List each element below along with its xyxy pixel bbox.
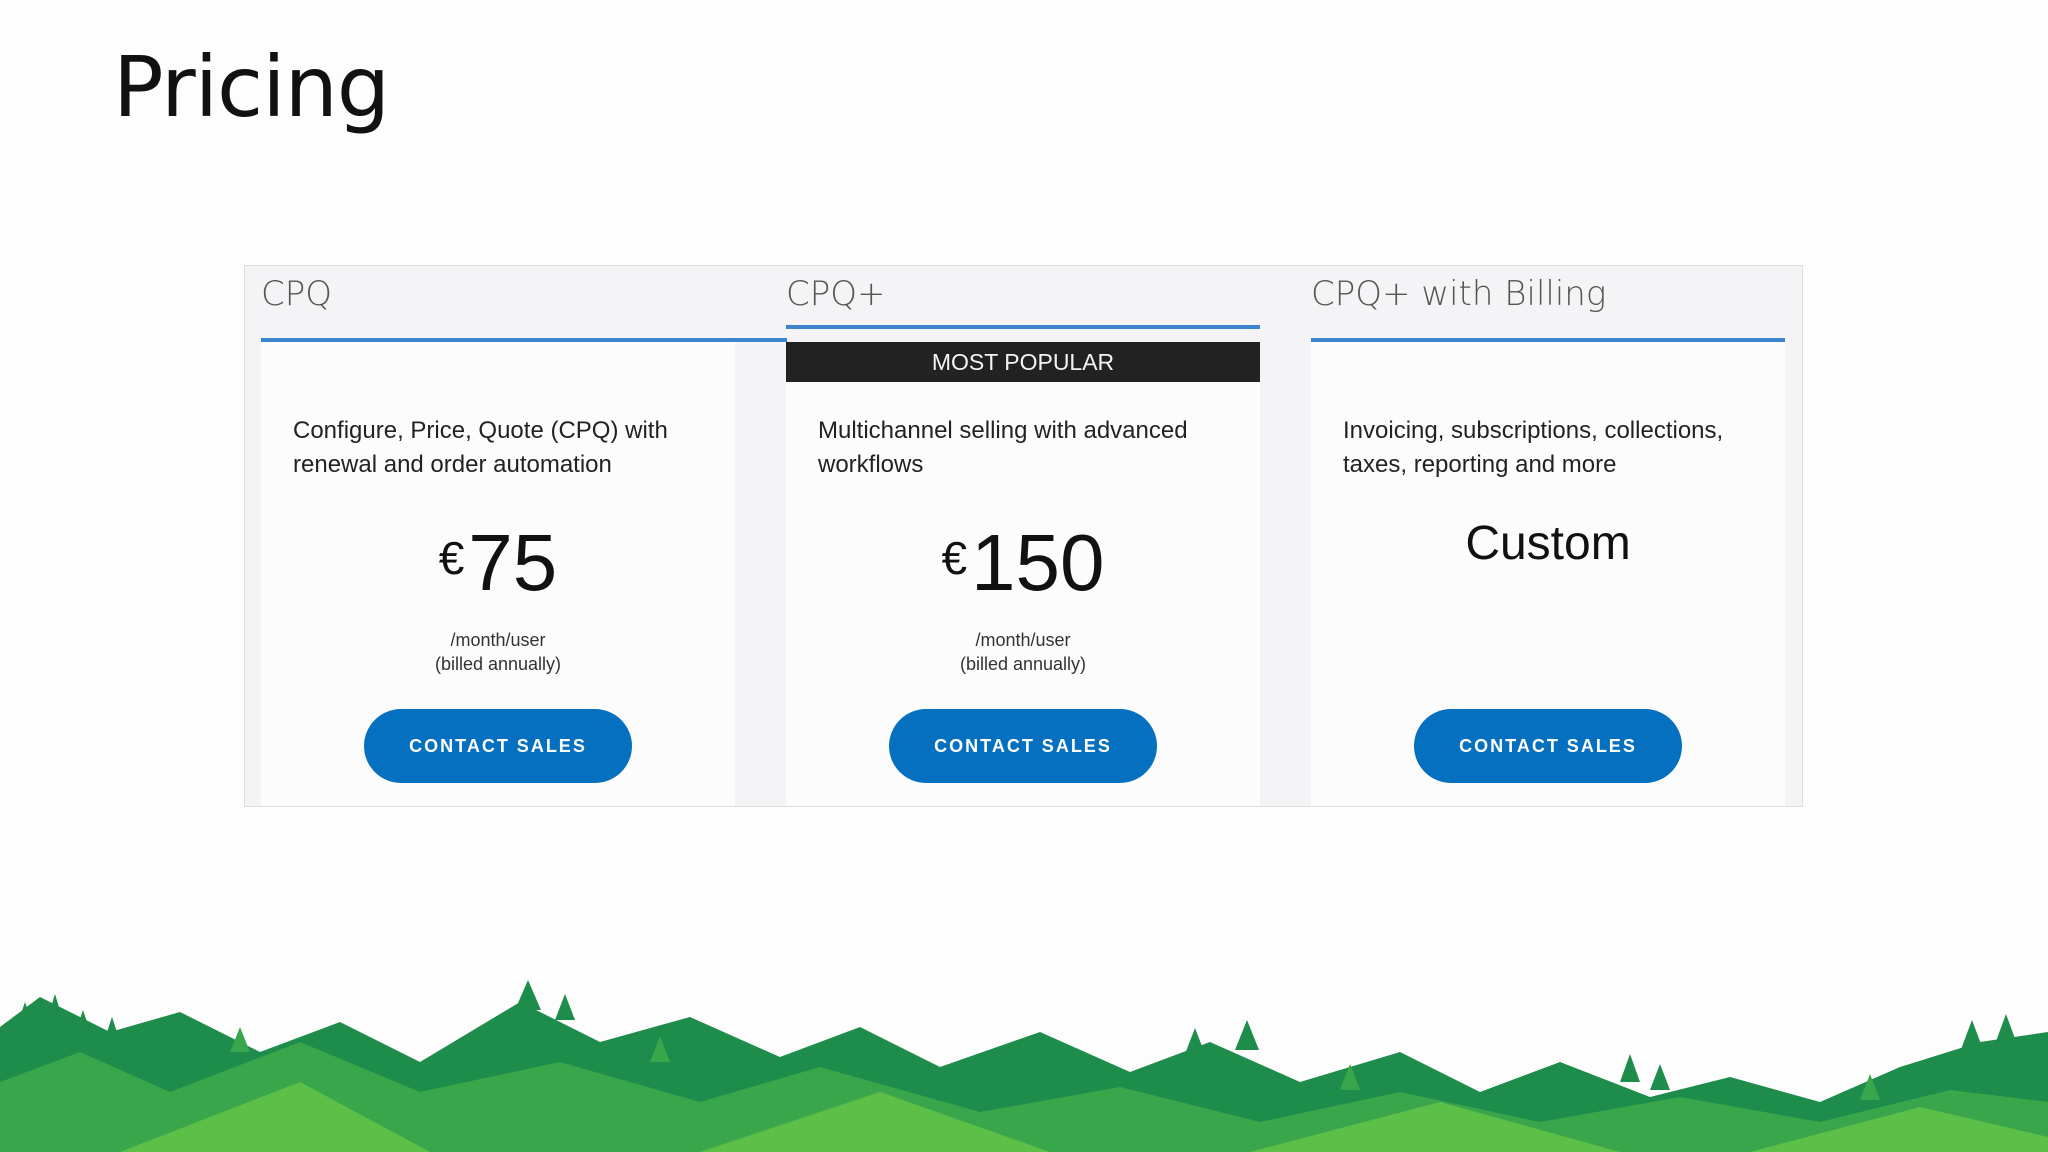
- pricing-tier-cpq-plus: CPQ+ MOST POPULAR Multichannel selling w…: [786, 266, 1260, 806]
- contact-sales-button[interactable]: CONTACT SALES: [364, 709, 632, 783]
- tier-description: Configure, Price, Quote (CPQ) with renew…: [293, 417, 668, 478]
- tier-price: Custom: [1465, 517, 1631, 570]
- slide-title: Pricing: [113, 38, 390, 136]
- price-period: /month/user: [975, 630, 1071, 650]
- price-period: /month/user: [450, 630, 546, 650]
- pricing-tier-cpq-plus-billing: CPQ+ with Billing Invoicing, subscriptio…: [1311, 266, 1785, 806]
- tier-name: CPQ+ with Billing: [1311, 274, 1607, 314]
- tier-name: CPQ+: [786, 274, 886, 314]
- contact-sales-button[interactable]: CONTACT SALES: [889, 709, 1157, 783]
- price-currency: €: [438, 532, 465, 584]
- tier-name: CPQ: [261, 274, 333, 314]
- forest-hills-illustration: [0, 980, 2048, 1152]
- price-billing-note: (billed annually): [434, 654, 562, 674]
- tier-description: Invoicing, subscriptions, collections, t…: [1343, 417, 1724, 478]
- price-billing-note: (billed annually): [959, 654, 1087, 674]
- price-currency: €: [941, 532, 968, 584]
- pricing-tier-cpq: CPQ Configure, Price, Quote (CPQ) with r…: [261, 266, 787, 806]
- contact-sales-button[interactable]: CONTACT SALES: [1414, 709, 1682, 783]
- tier-description: Multichannel selling with advanced workf…: [818, 417, 1188, 478]
- tier-price: €75: [261, 521, 735, 605]
- tier-underline: [786, 325, 1260, 329]
- pricing-table: CPQ Configure, Price, Quote (CPQ) with r…: [244, 265, 1803, 807]
- price-amount: 75: [468, 518, 558, 607]
- tier-price: €150: [786, 521, 1260, 605]
- price-amount: 150: [971, 518, 1105, 607]
- most-popular-badge: MOST POPULAR: [786, 342, 1260, 382]
